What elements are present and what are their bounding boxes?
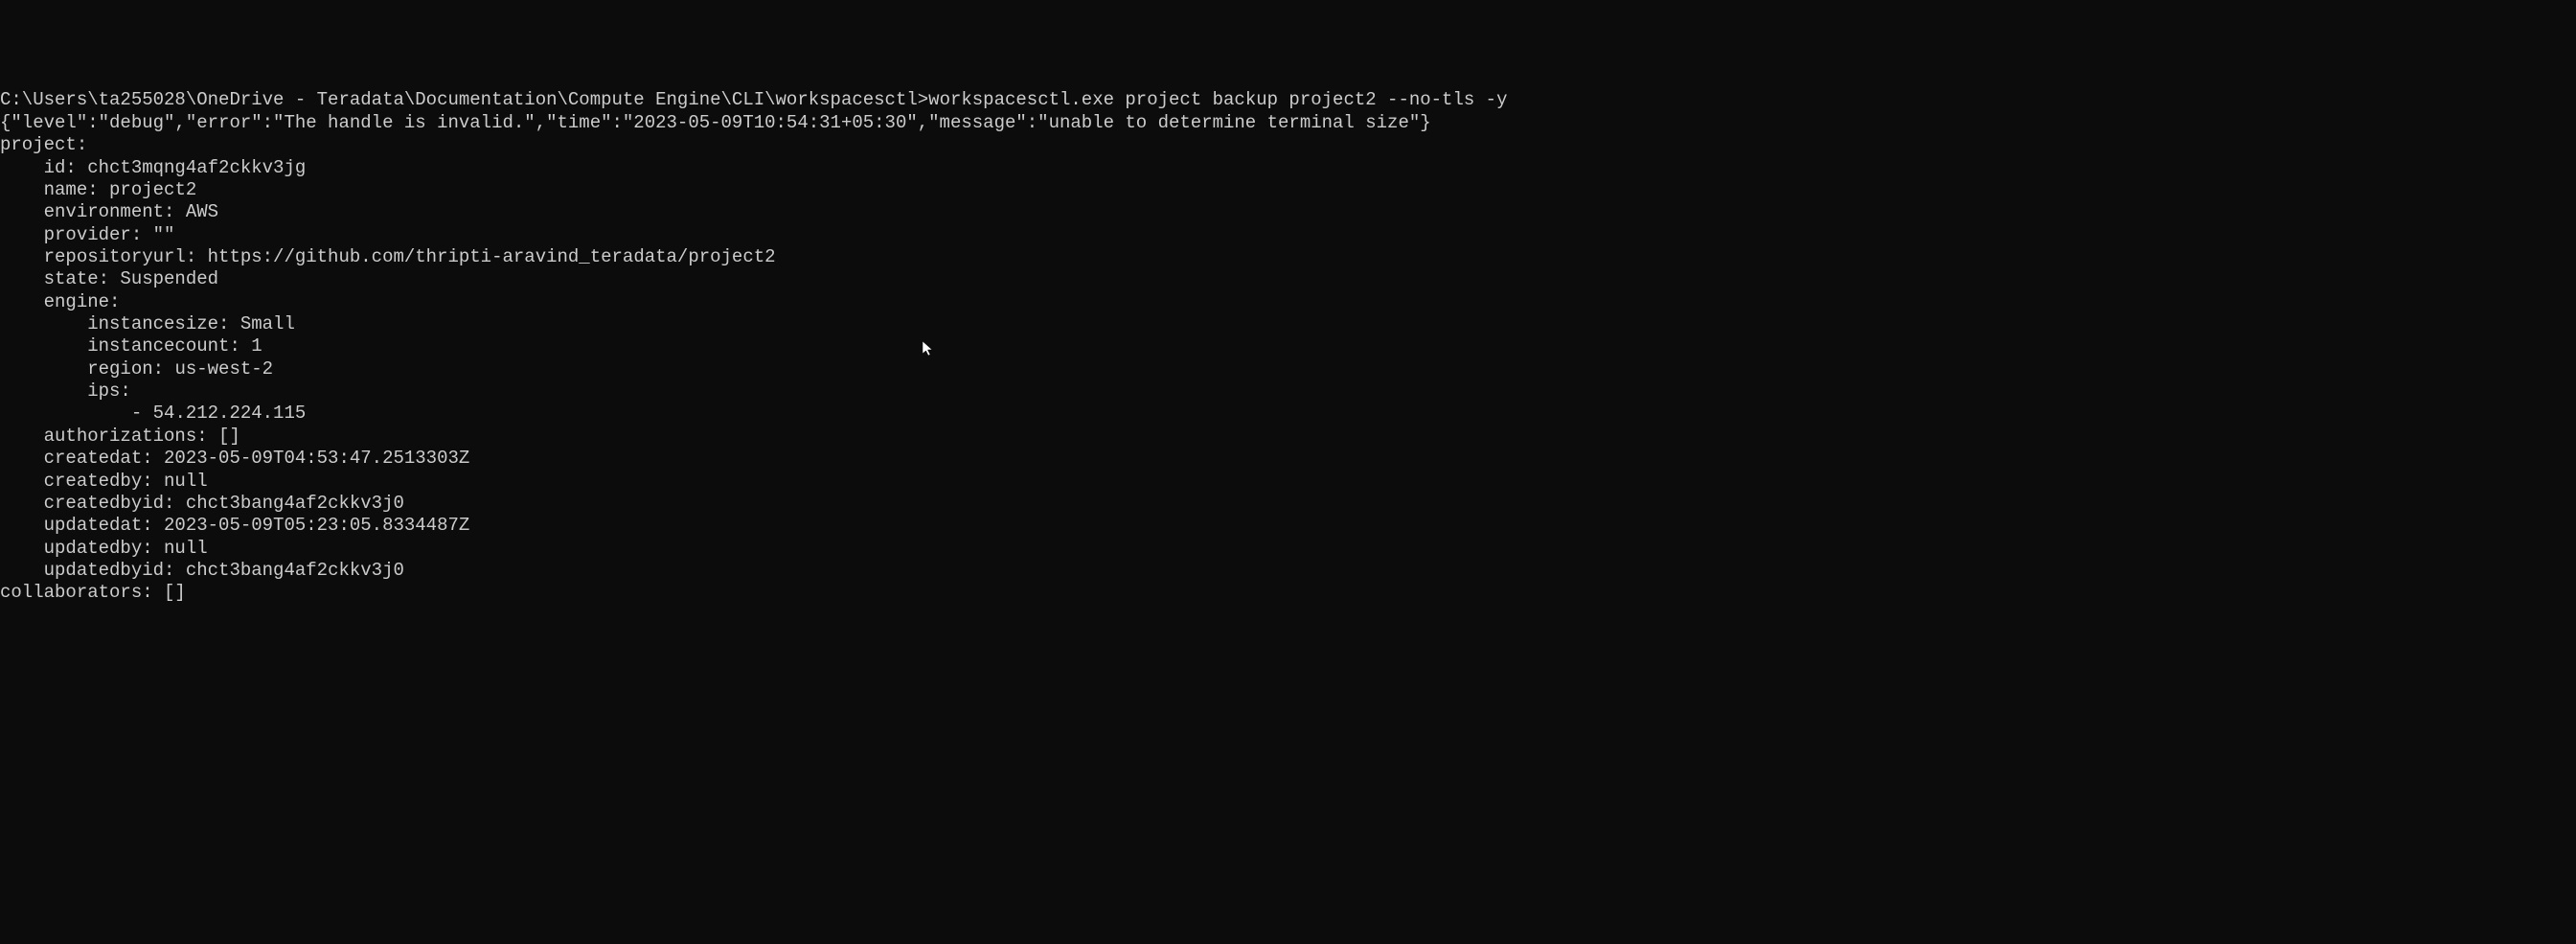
updatedat-value: 2023-05-09T05:23:05.8334487Z: [164, 515, 469, 536]
createdby-label: createdby:: [0, 471, 164, 492]
createdby-value: null: [164, 471, 208, 492]
updatedbyid-label: updatedbyid:: [0, 560, 186, 581]
environment-value: AWS: [186, 201, 218, 222]
region-value: us-west-2: [174, 358, 273, 380]
region-label: region:: [0, 358, 174, 380]
repositoryurl-value: https://github.com/thripti-aravind_terad…: [208, 246, 776, 267]
engine-header: engine:: [0, 291, 120, 312]
updatedby-label: updatedby:: [0, 538, 164, 559]
createdat-label: createdat:: [0, 448, 164, 469]
repositoryurl-label: repositoryurl:: [0, 246, 208, 267]
project-header: project:: [0, 134, 87, 155]
instancecount-label: instancecount:: [0, 335, 251, 357]
createdbyid-label: createdbyid:: [0, 493, 186, 514]
provider-value: "": [153, 224, 175, 245]
createdat-value: 2023-05-09T04:53:47.2513303Z: [164, 448, 469, 469]
terminal-output[interactable]: C:\Users\ta255028\OneDrive - Teradata\Do…: [0, 89, 2576, 604]
debug-line: {"level":"debug","error":"The handle is …: [0, 112, 1431, 133]
authorizations-label: authorizations:: [0, 426, 218, 447]
name-value: project2: [109, 179, 196, 200]
state-label: state:: [0, 268, 120, 289]
ips-header: ips:: [0, 380, 131, 402]
authorizations-value: []: [218, 426, 240, 447]
provider-label: provider:: [0, 224, 153, 245]
ips-item-value: 54.212.224.115: [153, 403, 307, 424]
collaborators-label: collaborators:: [0, 582, 164, 603]
instancesize-value: Small: [240, 313, 295, 334]
command-text: workspacesctl.exe project backup project…: [928, 89, 1507, 110]
state-value: Suspended: [120, 268, 218, 289]
instancecount-value: 1: [251, 335, 262, 357]
id-label: id:: [0, 157, 87, 178]
environment-label: environment:: [0, 201, 186, 222]
updatedby-value: null: [164, 538, 208, 559]
ips-item-prefix: -: [0, 403, 153, 424]
name-label: name:: [0, 179, 109, 200]
collaborators-value: []: [164, 582, 186, 603]
id-value: chct3mqng4af2ckkv3jg: [87, 157, 306, 178]
instancesize-label: instancesize:: [0, 313, 240, 334]
updatedbyid-value: chct3bang4af2ckkv3j0: [186, 560, 404, 581]
createdbyid-value: chct3bang4af2ckkv3j0: [186, 493, 404, 514]
updatedat-label: updatedat:: [0, 515, 164, 536]
prompt-path: C:\Users\ta255028\OneDrive - Teradata\Do…: [0, 89, 928, 110]
